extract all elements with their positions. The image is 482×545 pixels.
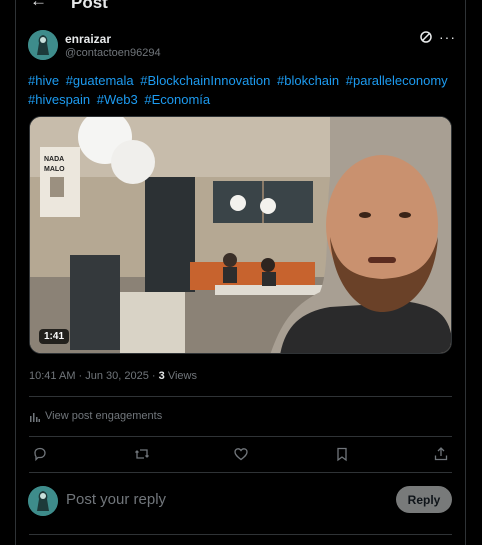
like-icon[interactable] [233,446,249,462]
engagements-label: View post engagements [45,410,163,422]
divider [29,534,452,535]
svg-text:MALO: MALO [44,166,65,173]
view-engagements-link[interactable]: View post engagements [29,410,162,422]
bookmark-icon[interactable] [334,446,350,462]
reply-input[interactable]: Post your reply [66,491,166,508]
author-name[interactable]: enraizar [65,32,111,46]
views-label: Views [164,370,197,382]
reply-avatar[interactable] [28,486,58,516]
hashtag-link[interactable]: #Economía [144,92,210,107]
hashtag-link[interactable]: #hivespain [28,92,90,107]
divider [29,472,452,473]
page-title: Post [71,0,108,12]
hashtag-link[interactable]: #Web3 [97,92,138,107]
hashtag-link[interactable]: #hive [28,73,59,88]
hashtag-link[interactable]: #BlockchainInnovation [140,73,270,88]
arrow-left-icon[interactable]: ← [30,0,47,11]
grok-icon[interactable] [419,30,433,44]
author-handle[interactable]: @contactoen96294 [65,47,161,59]
divider [29,396,452,397]
post-meta: 10:41 AM · Jun 30, 2025 · 3 Views [29,370,197,382]
post-header: ← Post [16,0,465,12]
action-bar [29,446,452,464]
repost-icon[interactable] [134,446,150,462]
hashtag-link[interactable]: #blokchain [277,73,339,88]
hashtag-link[interactable]: #paralleleconomy [346,73,448,88]
video-duration-badge: 1:41 [39,329,70,344]
post-text: #hive #guatemala #BlockchainInnovation #… [28,71,458,109]
video-player[interactable]: NADA MALO 1:41 [29,116,452,354]
reply-button[interactable]: Reply [396,486,452,513]
divider [29,436,452,437]
share-icon[interactable] [433,446,449,462]
poster-text: NADA [44,156,64,163]
reply-icon[interactable] [32,446,48,462]
post-column: ← Post enraizar @contactoen96294 ··· #hi… [15,0,466,545]
bar-chart-icon [30,412,40,422]
video-frame: NADA MALO [30,117,451,353]
post-timestamp[interactable]: 10:41 AM · Jun 30, 2025 · [29,370,159,382]
hashtag-link[interactable]: #guatemala [66,73,134,88]
avatar[interactable] [28,30,58,60]
more-options-icon[interactable]: ··· [439,29,456,45]
